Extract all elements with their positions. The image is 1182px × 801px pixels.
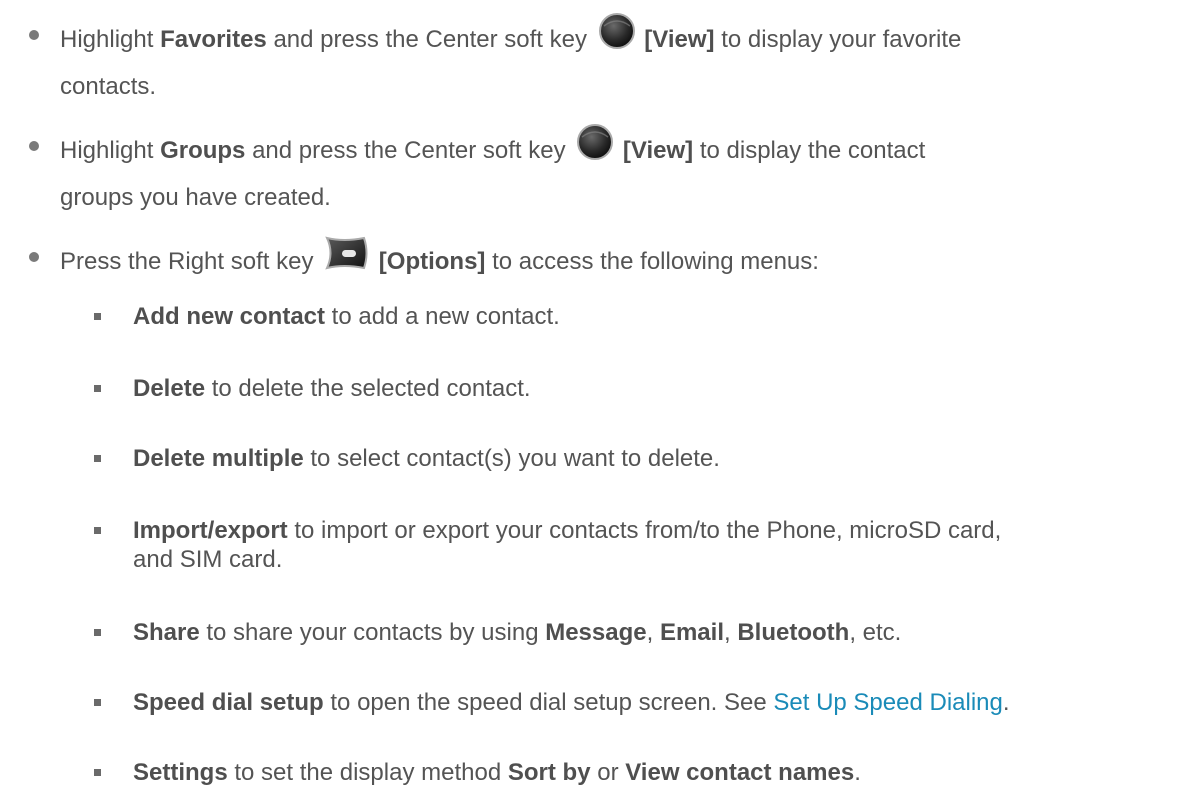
text-segment: to display your favorite bbox=[714, 25, 962, 53]
list-item-text: Delete multiple to select contact(s) you… bbox=[133, 444, 1173, 473]
right-soft-key-icon bbox=[324, 234, 370, 285]
menu-item-name: Add new contact bbox=[133, 303, 326, 330]
bullet-text: Highlight Favorites and press the Center… bbox=[60, 12, 1160, 107]
bullet-dot bbox=[29, 141, 39, 151]
groups-label: Groups bbox=[160, 136, 246, 164]
sort-by-term: Sort by bbox=[507, 759, 591, 786]
square-bullet bbox=[94, 699, 101, 706]
text-segment: to delete the selected contact. bbox=[205, 375, 531, 402]
set-up-speed-dialing-link[interactable]: Set Up Speed Dialing bbox=[773, 689, 1002, 716]
bullet-text: Press the Right soft key [Options] to ac… bbox=[60, 234, 1160, 288]
message-term: Message bbox=[545, 619, 647, 646]
list-item-text: Settings to set the display method Sort … bbox=[133, 758, 1173, 787]
bullet-text: Highlight Groups and press the Center so… bbox=[60, 123, 1160, 218]
text-segment: and press the Center soft key bbox=[245, 136, 573, 164]
text-segment: . bbox=[1002, 689, 1010, 716]
list-item-text: Import/export to import or export your c… bbox=[133, 516, 1173, 574]
text-segment: to add a new contact. bbox=[325, 303, 560, 330]
menu-item-name: Share bbox=[133, 619, 200, 646]
text-segment: Press the Right soft key bbox=[60, 247, 321, 275]
bullet-dot bbox=[29, 252, 39, 262]
view-key-label: [View] bbox=[644, 25, 715, 53]
text-segment: to open the speed dial setup screen. See bbox=[323, 689, 774, 716]
text-segment: and SIM card. bbox=[133, 546, 283, 573]
center-soft-key-icon bbox=[598, 12, 636, 63]
text-segment: and press the Center soft key bbox=[266, 25, 594, 53]
text-segment: , bbox=[723, 619, 738, 646]
view-key-label: [View] bbox=[622, 136, 694, 164]
square-bullet bbox=[94, 527, 101, 534]
menu-item-name: Delete bbox=[133, 375, 206, 402]
text-segment: , etc. bbox=[849, 619, 902, 646]
bullet-dot bbox=[29, 30, 39, 40]
text-segment: , bbox=[646, 619, 660, 646]
list-item-text: Speed dial setup to open the speed dial … bbox=[133, 688, 1173, 717]
square-bullet bbox=[94, 769, 101, 776]
text-segment: to display the contact bbox=[693, 136, 926, 164]
list-item-text: Add new contact to add a new contact. bbox=[133, 302, 1173, 331]
menu-item-name: Speed dial setup bbox=[133, 689, 324, 716]
bluetooth-term: Bluetooth bbox=[737, 619, 850, 646]
menu-item-name: Import/export bbox=[133, 517, 288, 544]
text-segment: to import or export your contacts from/t… bbox=[287, 517, 1002, 544]
text-segment: to set the display method bbox=[227, 759, 508, 786]
text-segment: to select contact(s) you want to delete. bbox=[303, 445, 720, 472]
menu-item-name: Delete multiple bbox=[133, 445, 304, 472]
text-segment: Highlight bbox=[60, 25, 161, 53]
square-bullet bbox=[94, 313, 101, 320]
center-soft-key-icon bbox=[576, 123, 614, 174]
text-segment: to share your contacts by using bbox=[199, 619, 546, 646]
menu-item-name: Settings bbox=[133, 759, 228, 786]
list-item-text: Delete to delete the selected contact. bbox=[133, 374, 1173, 403]
square-bullet bbox=[94, 385, 101, 392]
options-key-label: [Options] bbox=[378, 247, 486, 275]
square-bullet bbox=[94, 455, 101, 462]
square-bullet bbox=[94, 629, 101, 636]
text-segment: or bbox=[590, 759, 626, 786]
text-segment: Highlight bbox=[60, 136, 161, 164]
email-term: Email bbox=[659, 619, 724, 646]
favorites-label: Favorites bbox=[160, 25, 267, 53]
text-segment: to access the following menus: bbox=[485, 247, 819, 275]
view-contact-names-term: View contact names bbox=[625, 759, 855, 786]
list-item-text: Share to share your contacts by using Me… bbox=[133, 618, 1173, 647]
text-segment: groups you have created. bbox=[60, 184, 331, 211]
text-segment: contacts. bbox=[60, 73, 157, 100]
text-segment: . bbox=[854, 759, 861, 786]
